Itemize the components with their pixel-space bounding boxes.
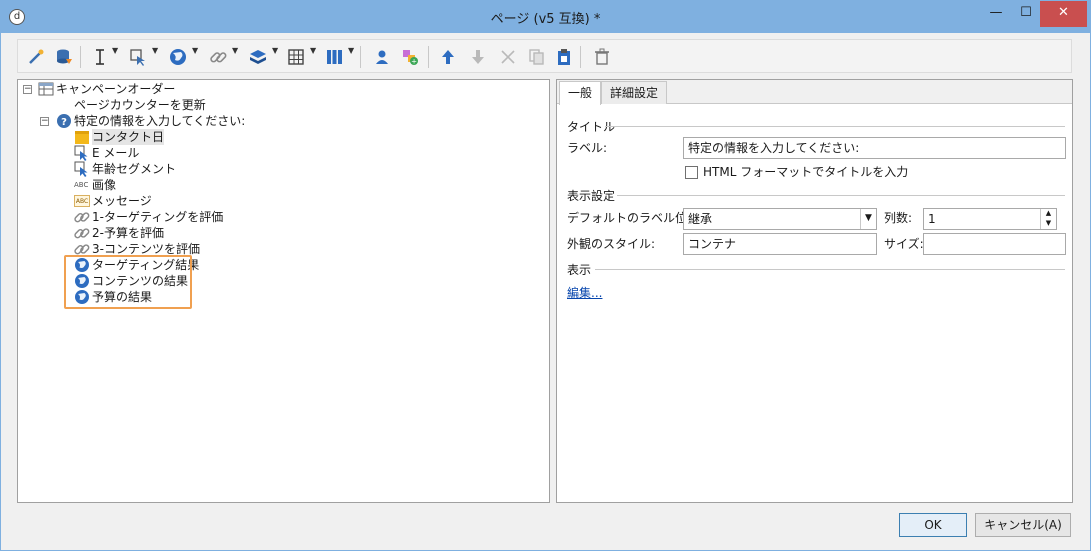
tree-item-label: コンタクト日 bbox=[92, 129, 165, 145]
svg-text:?: ? bbox=[61, 117, 67, 128]
style-caption: 外観のスタイル: bbox=[567, 237, 656, 251]
columns-stepper[interactable]: 1 ▲ ▼ bbox=[923, 208, 1057, 230]
table-icon bbox=[38, 82, 54, 96]
question-icon: ? bbox=[57, 114, 71, 128]
cursor-field-icon bbox=[74, 161, 88, 177]
columns-icon[interactable] bbox=[324, 47, 344, 67]
collapse-icon[interactable]: − bbox=[23, 85, 32, 94]
ok-button[interactable]: OK bbox=[899, 513, 967, 537]
close-button[interactable]: ✕ bbox=[1040, 1, 1087, 27]
link-icon[interactable] bbox=[208, 47, 228, 67]
section-divider bbox=[595, 269, 1065, 270]
tree-panel[interactable]: − キャンペーンオーダー ページカウンターを更新 − ? 特定の情報を入力してく… bbox=[17, 79, 550, 503]
toolbar-separator bbox=[80, 46, 81, 68]
columns-caption: 列数: bbox=[884, 211, 913, 225]
chevron-down-icon[interactable]: ▼ bbox=[272, 46, 278, 55]
tree-item-label: E メール bbox=[92, 146, 140, 160]
minimize-button[interactable]: — bbox=[981, 1, 1011, 27]
grid-icon[interactable] bbox=[286, 47, 306, 67]
delete-icon[interactable] bbox=[592, 47, 612, 67]
tree-item-label: 1-ターゲティングを評価 bbox=[92, 210, 224, 224]
tree-item-label: 画像 bbox=[92, 178, 117, 192]
tree-item-label: 年齢セグメント bbox=[92, 162, 177, 176]
chevron-down-icon[interactable]: ▼ bbox=[310, 46, 316, 55]
link-icon bbox=[74, 228, 90, 239]
stepper-value: 1 bbox=[928, 212, 936, 226]
insert-field-icon[interactable] bbox=[128, 47, 148, 67]
properties-panel: 一般 詳細設定 タイトル ラベル: 特定の情報を入力してください: HTML フ… bbox=[556, 79, 1073, 503]
html-format-label: HTML フォーマットでタイトルを入力 bbox=[703, 165, 909, 179]
html-format-checkbox[interactable] bbox=[685, 166, 698, 179]
section-divider bbox=[617, 195, 1065, 196]
section-title: 表示 bbox=[567, 263, 592, 277]
tree-item-label: キャンペーンオーダー bbox=[56, 82, 176, 96]
tree-item-label: メッセージ bbox=[92, 194, 152, 208]
tree-item-label: 2-予算を評価 bbox=[92, 226, 164, 240]
move-down-icon[interactable] bbox=[468, 47, 488, 67]
chevron-down-icon[interactable]: ▼ bbox=[192, 46, 198, 55]
size-field[interactable] bbox=[923, 233, 1066, 255]
link-icon bbox=[74, 212, 90, 223]
highlight-annotation bbox=[64, 255, 192, 309]
default-label-position-select[interactable]: 継承 ▼ bbox=[683, 208, 877, 230]
user-icon[interactable] bbox=[372, 47, 392, 67]
layers-icon[interactable] bbox=[248, 47, 268, 67]
database-icon[interactable] bbox=[54, 47, 74, 67]
svg-text:+: + bbox=[411, 58, 417, 66]
text-cursor-icon[interactable] bbox=[90, 47, 110, 67]
section-divider bbox=[605, 126, 1065, 127]
page-dialog-window: d ページ (v5 互換) * — ☐ ✕ ▼ ▼ ▼ ▼ ▼ ▼ ▼ + − … bbox=[0, 0, 1091, 551]
paste-icon[interactable] bbox=[554, 47, 574, 67]
globe-icon[interactable] bbox=[168, 47, 188, 67]
title-bar[interactable]: d ページ (v5 互換) * — ☐ ✕ bbox=[1, 1, 1090, 33]
increment-icon[interactable]: ▲ bbox=[1040, 209, 1056, 219]
size-caption: サイズ: bbox=[884, 237, 924, 251]
tree-item-label: 特定の情報を入力してください: bbox=[74, 114, 246, 128]
toolbar-separator bbox=[360, 46, 361, 68]
window-title: ページ (v5 互換) * bbox=[490, 12, 601, 27]
date-field-icon bbox=[75, 131, 89, 144]
abc-icon: ABC bbox=[74, 181, 89, 189]
add-shape-icon[interactable]: + bbox=[400, 47, 420, 67]
move-up-icon[interactable] bbox=[438, 47, 458, 67]
chevron-down-icon[interactable]: ▼ bbox=[232, 46, 238, 55]
select-value: 継承 bbox=[688, 212, 713, 226]
edit-link[interactable]: 編集... bbox=[567, 284, 602, 301]
cut-icon[interactable] bbox=[498, 47, 518, 67]
toolbar: ▼ ▼ ▼ ▼ ▼ ▼ ▼ + bbox=[17, 39, 1072, 73]
maximize-button[interactable]: ☐ bbox=[1011, 1, 1041, 27]
toolbar-separator bbox=[428, 46, 429, 68]
tab-general[interactable]: 一般 bbox=[559, 81, 602, 105]
chevron-down-icon[interactable]: ▼ bbox=[348, 46, 354, 55]
label-field[interactable]: 特定の情報を入力してください: bbox=[683, 137, 1066, 159]
copy-icon[interactable] bbox=[526, 47, 546, 67]
cancel-button[interactable]: キャンセル(A) bbox=[975, 513, 1071, 537]
chevron-down-icon[interactable]: ▼ bbox=[860, 209, 876, 229]
chevron-down-icon[interactable]: ▼ bbox=[152, 46, 158, 55]
tab-advanced[interactable]: 詳細設定 bbox=[601, 81, 668, 104]
section-title: 表示設定 bbox=[567, 189, 616, 203]
chevron-down-icon[interactable]: ▼ bbox=[112, 46, 118, 55]
label-caption: ラベル: bbox=[567, 141, 608, 155]
tab-strip: 一般 詳細設定 bbox=[557, 80, 1072, 105]
decrement-icon[interactable]: ▼ bbox=[1040, 219, 1056, 229]
cursor-field-icon bbox=[74, 145, 88, 161]
style-field[interactable]: コンテナ bbox=[683, 233, 877, 255]
tree-item-label: ページカウンターを更新 bbox=[74, 98, 206, 112]
collapse-icon[interactable]: − bbox=[40, 117, 49, 126]
message-icon: ABC bbox=[74, 195, 90, 207]
toolbar-separator bbox=[580, 46, 581, 68]
magic-wand-icon[interactable] bbox=[26, 47, 46, 67]
